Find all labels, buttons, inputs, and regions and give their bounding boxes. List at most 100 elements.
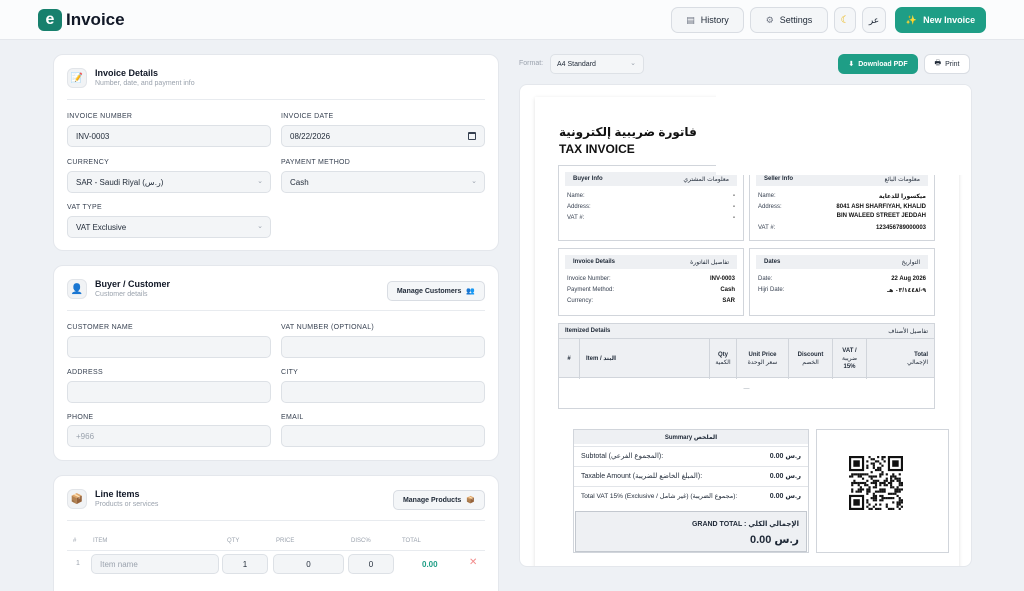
itemized-title: Itemized Details bbox=[565, 328, 611, 334]
settings-label: Settings bbox=[779, 15, 813, 25]
invoice-details-box-title: Invoice Details bbox=[573, 259, 616, 265]
buyer-info-box: Buyer Info معلومات المشتري Name: - Addres… bbox=[558, 165, 744, 241]
new-invoice-button[interactable]: ✨ New Invoice bbox=[895, 7, 986, 33]
empty-items: — bbox=[743, 386, 750, 392]
column-header: PRICE bbox=[276, 538, 295, 544]
app-header: e Invoice ▤ History ⚙ Settings ☾ عر ✨ Ne… bbox=[0, 0, 1024, 40]
print-button[interactable]: 🖶 Print bbox=[924, 54, 970, 74]
field-value: 123456789000003 bbox=[875, 225, 926, 231]
buyer-name-row: Name: - bbox=[567, 193, 735, 199]
customer-name-input[interactable] bbox=[67, 336, 271, 358]
vat-type-select[interactable]: VAT Exclusive ⌄ bbox=[67, 216, 271, 238]
field-label: Name: bbox=[567, 193, 585, 199]
seller-info-title-ar: معلومات البائع bbox=[884, 176, 920, 183]
box-icon: 📦 bbox=[67, 489, 87, 509]
field-label: VAT #: bbox=[758, 225, 776, 231]
col-qty-ar: الكمية bbox=[715, 360, 731, 366]
app-logo[interactable]: e Invoice bbox=[38, 9, 125, 31]
field-value: SAR bbox=[722, 298, 735, 304]
city-label: CITY bbox=[281, 369, 299, 376]
dates-box: Dates التواريخ Date: 22 Aug 2026 Hijri Da… bbox=[749, 248, 935, 316]
address-input[interactable] bbox=[67, 381, 271, 403]
summary-label: Total VAT 15% (Exclusive / غير شامل) (مج… bbox=[581, 493, 738, 500]
summary-label: Subtotal (المجموع الفرعي): bbox=[581, 453, 664, 460]
language-label: عر bbox=[868, 14, 880, 25]
box-icon: 📦 bbox=[466, 497, 476, 504]
language-toggle-button[interactable]: عر bbox=[862, 7, 886, 33]
col-discount: Discount الخصم bbox=[788, 339, 832, 379]
itemized-table: Itemized Details تفاصيل الأصناف # Item /… bbox=[558, 323, 935, 409]
summary-value: ر.س 0.00 bbox=[769, 453, 801, 460]
history-icon: ▤ bbox=[686, 14, 695, 25]
field-label: Date: bbox=[758, 276, 773, 282]
panel-title: Line Items bbox=[95, 489, 140, 499]
field-label: Name: bbox=[758, 193, 776, 199]
currency-value: SAR - Saudi Riyal (ر.س) bbox=[76, 177, 164, 187]
invoice-number-row: Invoice Number: INV-0003 bbox=[567, 276, 735, 282]
panel-title: Buyer / Customer bbox=[95, 279, 171, 289]
email-label: EMAIL bbox=[281, 414, 304, 421]
download-pdf-button[interactable]: ⬇ Download PDF bbox=[838, 54, 918, 74]
dates-box-title: Dates bbox=[764, 259, 781, 265]
manage-customers-button[interactable]: Manage Customers 👥 bbox=[387, 281, 485, 301]
field-value: - bbox=[733, 193, 735, 199]
summary-value: ر.س 0.00 bbox=[769, 473, 801, 480]
row-index: 1 bbox=[76, 560, 80, 567]
payment-method-value: Cash bbox=[290, 177, 309, 187]
city-input[interactable] bbox=[281, 381, 485, 403]
calendar-icon[interactable] bbox=[468, 132, 476, 140]
invoice-number-input[interactable]: INV-0003 bbox=[67, 125, 271, 147]
qty-input[interactable]: 1 bbox=[222, 554, 268, 574]
summary-value: ر.س 0.00 bbox=[769, 493, 801, 500]
currency-row: Currency: SAR bbox=[567, 298, 735, 304]
manage-products-button[interactable]: Manage Products 📦 bbox=[393, 490, 485, 510]
buyer-info-title: Buyer Info bbox=[573, 176, 603, 182]
download-pdf-label: Download PDF bbox=[858, 60, 908, 68]
grand-total-label: GRAND TOTAL : الإجمالي الكلي bbox=[691, 521, 799, 528]
new-invoice-label: New Invoice bbox=[923, 15, 976, 25]
logo-badge: e bbox=[38, 9, 62, 31]
currency-select[interactable]: SAR - Saudi Riyal (ر.س) ⌄ bbox=[67, 171, 271, 193]
print-label: Print bbox=[945, 60, 960, 68]
email-input[interactable] bbox=[281, 425, 485, 447]
dates-box-title-ar: التواريخ bbox=[901, 259, 920, 266]
col-unit-en: Unit Price bbox=[748, 352, 777, 358]
settings-button[interactable]: ⚙ Settings bbox=[750, 7, 828, 33]
divider bbox=[67, 310, 485, 311]
format-select[interactable]: A4 Standard ⌄ bbox=[550, 54, 644, 74]
panel-subtitle: Number, date, and payment info bbox=[95, 80, 195, 87]
grand-total: GRAND TOTAL : الإجمالي الكلي ر.س 0.00 bbox=[575, 511, 807, 552]
format-value: A4 Standard bbox=[557, 60, 596, 68]
history-button[interactable]: ▤ History bbox=[671, 7, 744, 33]
delete-row-icon[interactable]: ✕ bbox=[469, 557, 477, 568]
chevron-down-icon: ⌄ bbox=[257, 223, 263, 230]
col-vat: VAT / ضريبة 15% bbox=[832, 339, 866, 379]
buyer-header: 👤 Buyer / Customer Customer details bbox=[67, 279, 170, 300]
invoice-date-label: INVOICE DATE bbox=[281, 113, 334, 120]
buyer-address-row: Address: - bbox=[567, 204, 735, 210]
taxable-row: Taxable Amount (المبلغ الخاضع للضريبة): ر… bbox=[574, 466, 808, 485]
field-label: Hijri Date: bbox=[758, 287, 785, 293]
invoice-date-input[interactable]: 08/22/2026 bbox=[281, 125, 485, 147]
col-vat-ar: ضريبة bbox=[841, 356, 858, 362]
discount-input[interactable]: 0 bbox=[348, 554, 394, 574]
theme-toggle-button[interactable]: ☾ bbox=[834, 7, 856, 33]
summary-box: Summary الملخص Subtotal (المجموع الفرعي)… bbox=[573, 429, 809, 553]
invoice-details-box-title-ar: تفاصيل الفاتورة bbox=[690, 259, 729, 266]
field-value: 8041 ASH SHARFIYAH, KHALID bbox=[836, 204, 926, 210]
seller-vat-row: VAT #: 123456789000003 bbox=[758, 225, 926, 231]
phone-input[interactable]: +966 bbox=[67, 425, 271, 447]
field-label: VAT #: bbox=[567, 215, 585, 221]
field-label: Payment Method: bbox=[567, 287, 615, 293]
payment-method-select[interactable]: Cash ⌄ bbox=[281, 171, 485, 193]
payment-method-label: PAYMENT METHOD bbox=[281, 159, 351, 166]
user-icon: 👤 bbox=[67, 279, 87, 299]
invoice-details-panel: 📝 Invoice Details Number, date, and paym… bbox=[53, 54, 499, 251]
field-label: Currency: bbox=[567, 298, 594, 304]
item-name-input[interactable]: Item name bbox=[91, 554, 219, 574]
invoice-preview: فاتورة ضريبية إلكترونية TAX INVOICE Buye… bbox=[519, 84, 972, 567]
column-header: TOTAL bbox=[402, 538, 421, 544]
price-input[interactable]: 0 bbox=[273, 554, 344, 574]
vat-number-input[interactable] bbox=[281, 336, 485, 358]
customer-name-label: CUSTOMER NAME bbox=[67, 324, 133, 331]
